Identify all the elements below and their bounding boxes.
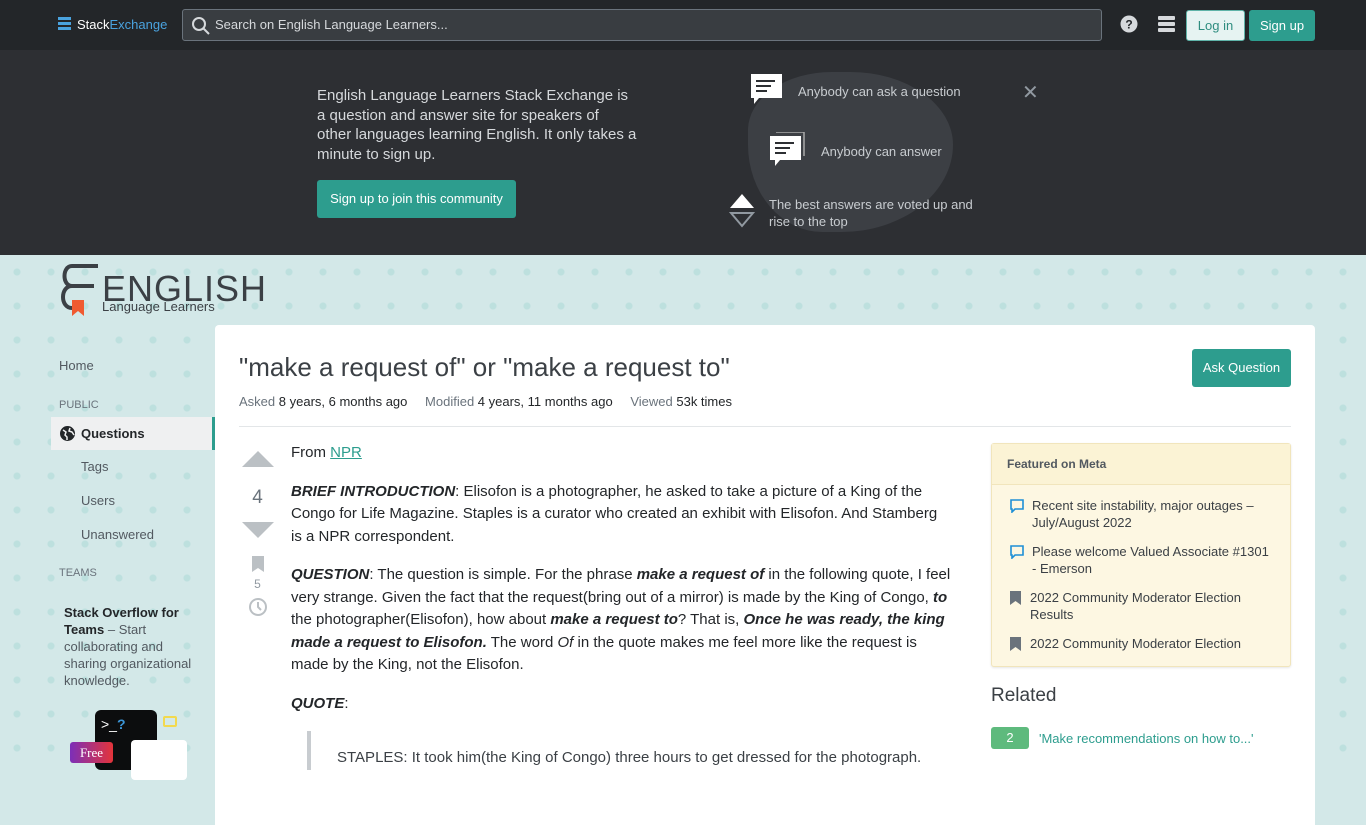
quote-block: STAPLES: It took him(the King of Congo) …	[307, 731, 951, 770]
downvote-icon[interactable]	[241, 521, 275, 539]
ask-bubble-icon	[751, 74, 782, 104]
nav-users[interactable]: Users	[81, 493, 115, 508]
divider	[239, 426, 1291, 427]
feature-ask: Anybody can ask a question	[798, 84, 961, 99]
featured-item-text[interactable]: Please welcome Valued Associate #1301 - …	[1032, 543, 1274, 577]
question-meta: Asked 8 years, 6 months ago Modified 4 y…	[239, 394, 746, 409]
feature-vote: The best answers are voted up and rise t…	[769, 197, 973, 229]
nav-tags[interactable]: Tags	[81, 459, 108, 474]
help-icon[interactable]: ?	[1120, 15, 1138, 33]
join-community-button[interactable]: Sign up to join this community	[317, 180, 516, 218]
related-title: Related	[991, 685, 1057, 706]
vote-count: 4	[252, 487, 263, 508]
text-run: BRIEF INTRODUCTION	[291, 482, 456, 500]
featured-item[interactable]: 2022 Community Moderator Election Result…	[992, 583, 1290, 629]
site-switcher-icon[interactable]	[1158, 15, 1175, 33]
question-title[interactable]: "make a request of" or "make a request t…	[239, 352, 730, 383]
text-run: Of	[557, 633, 574, 651]
logo-text-accent: Exchange	[109, 16, 168, 32]
asked-value: 8 years, 6 months ago	[278, 394, 408, 409]
signup-button[interactable]: Sign up	[1249, 10, 1315, 41]
paragraph: From NPR	[291, 442, 951, 465]
globe-icon	[60, 426, 75, 441]
bookmark-icon	[1010, 637, 1021, 651]
ask-question-button[interactable]: Ask Question	[1192, 349, 1291, 387]
logo-subtitle: Language Learners	[102, 299, 215, 314]
nav-section-teams: TEAMS	[59, 567, 97, 579]
featured-item-text[interactable]: 2022 Community Moderator Election Result…	[1030, 589, 1274, 623]
viewed-value: 53k times	[676, 394, 732, 409]
nav-home[interactable]: Home	[59, 358, 94, 373]
chat-icon	[163, 716, 177, 727]
search-placeholder: Search on English Language Learners...	[215, 17, 448, 32]
logo-text: Stack	[77, 16, 110, 32]
feature-answer: Anybody can answer	[821, 144, 942, 159]
question-body: From NPR BRIEF INTRODUCTION: Elisofon is …	[291, 442, 951, 770]
paragraph: QUESTION: The question is simple. For th…	[291, 564, 951, 677]
featured-item[interactable]: 2022 Community Moderator Election	[992, 629, 1290, 658]
svg-text:?: ?	[1125, 18, 1132, 32]
bookmark-count: 5	[254, 577, 261, 591]
login-button[interactable]: Log in	[1186, 10, 1245, 41]
search-icon	[192, 17, 210, 35]
asked-label: Asked	[239, 394, 276, 409]
related-link[interactable]: 'Make recommendations on how to...'	[1039, 731, 1254, 746]
upvote-icon[interactable]	[241, 450, 275, 468]
featured-on-meta: Featured on Meta Recent site instability…	[991, 443, 1291, 667]
text-run: the photographer(Elisofon), how about	[291, 611, 551, 628]
topbar: StackExchange Search on English Language…	[0, 0, 1366, 50]
nav-questions[interactable]: Questions	[51, 417, 215, 450]
featured-item-text[interactable]: 2022 Community Moderator Election	[1030, 635, 1241, 652]
viewed-label: Viewed	[630, 394, 673, 409]
stackexchange-logo[interactable]: StackExchange	[58, 16, 167, 32]
teams-card-illustration	[131, 740, 187, 780]
free-badge: Free	[70, 742, 113, 763]
stack-icon	[58, 17, 71, 30]
modified-value[interactable]: 4 years, 11 months ago	[478, 394, 613, 409]
text-run: to	[933, 588, 948, 606]
nav-unanswered[interactable]: Unanswered	[81, 527, 154, 542]
history-icon[interactable]	[248, 597, 268, 617]
main-content: "make a request of" or "make a request t…	[215, 325, 1315, 825]
featured-item[interactable]: Please welcome Valued Associate #1301 - …	[992, 537, 1290, 583]
site-logo[interactable]: ENGLISH Language Learners	[58, 262, 267, 316]
featured-title: Featured on Meta	[992, 444, 1290, 485]
speech-bubble-icon	[1010, 545, 1024, 559]
paragraph: BRIEF INTRODUCTION: Elisofon is a photog…	[291, 481, 951, 549]
text-run: make a request of	[636, 566, 765, 583]
text-run: QUESTION	[291, 566, 370, 583]
banner-text: English Language Learners Stack Exchange…	[317, 87, 637, 164]
related-item[interactable]: 2 'Make recommendations on how to...'	[991, 727, 1254, 749]
vote-column: 4 5	[240, 450, 275, 622]
nav-section-public: PUBLIC	[59, 399, 99, 411]
text-run: From	[291, 444, 331, 461]
text-run: The word	[486, 633, 558, 651]
featured-item-text[interactable]: Recent site instability, major outages –…	[1032, 497, 1274, 531]
answer-bubble-icon	[770, 132, 805, 166]
speech-bubble-icon	[1010, 499, 1024, 513]
text-run: QUOTE	[291, 694, 345, 712]
modified-label: Modified	[425, 394, 475, 409]
signup-banner: English Language Learners Stack Exchange…	[0, 50, 1366, 255]
search-input[interactable]: Search on English Language Learners...	[182, 9, 1102, 41]
featured-item[interactable]: Recent site instability, major outages –…	[992, 491, 1290, 537]
text-run: make a request to	[550, 611, 678, 628]
close-icon[interactable]: ✕	[1022, 80, 1039, 105]
text-run: ? That is,	[677, 611, 744, 628]
nav-questions-label: Questions	[81, 426, 145, 441]
text-run: : The question is simple. For the phrase	[369, 566, 637, 583]
vote-arrows-icon	[729, 194, 755, 228]
bookmark-icon[interactable]	[251, 556, 264, 572]
related-score: 2	[991, 727, 1029, 749]
teams-promo[interactable]: Stack Overflow for Teams – Start collabo…	[64, 604, 204, 689]
bookmark-icon	[1010, 591, 1021, 605]
npr-link[interactable]: NPR	[330, 444, 362, 461]
paragraph: QUOTE:	[291, 693, 951, 716]
ell-logo-mark	[61, 264, 98, 316]
text-run: :	[344, 694, 349, 712]
